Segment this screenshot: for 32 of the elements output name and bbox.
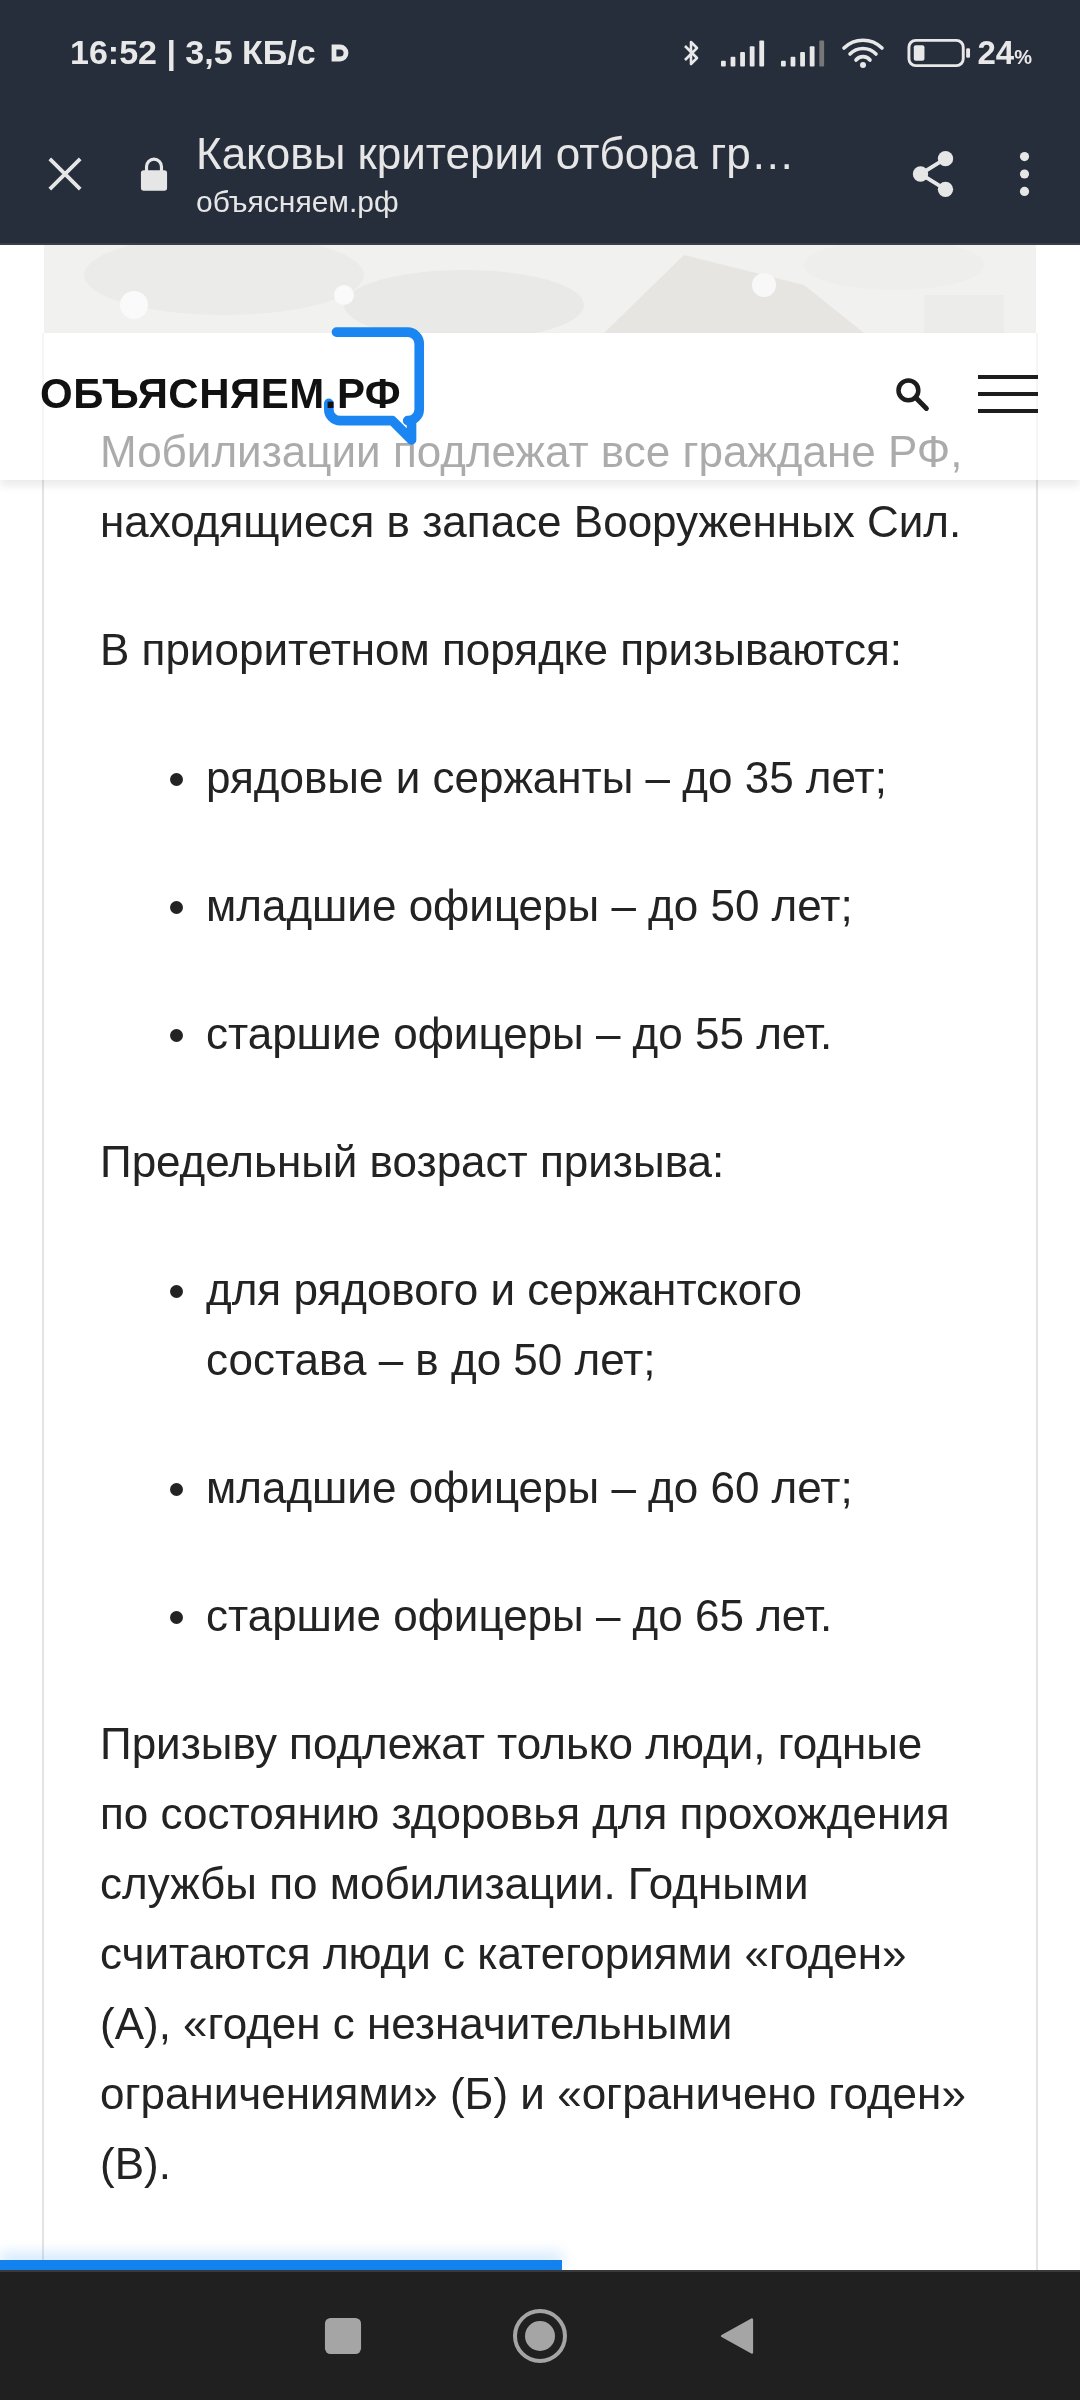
article-paragraph: В приоритетном порядке призываются: [100,624,903,676]
article-paragraph: Призыву подлежат только люди, годные по состоянию здоровья для прохождения службы по мобилизации. Годными считаются люди с категориями «годен» (А), «годен с незначительными ограничениями» (Б) и «ограничено годен» (В). [100,1718,967,2190]
article-paragraph: Мобилизации подлежат все граждане РФ, находящиеся в запасе Вооруженных Сил. [100,426,964,548]
home-icon[interactable] [512,2308,568,2364]
list-item: рядовые и сержанты – до 35 лет; [206,752,887,804]
list-item: старшие офицеры – до 65 лет. [206,1590,833,1642]
lock-icon [140,156,168,192]
list-item: младшие офицеры – до 60 лет; [206,1462,853,1514]
article-paragraph: Предельный возраст призыва: [100,1136,726,1188]
bullet-icon [170,1029,183,1042]
site-logo[interactable]: ОБЪЯСНЯЕМ.РФ [40,369,402,418]
status-time: 16:52 | 3,5 КБ/с [70,33,316,72]
percent-sign: % [1014,46,1032,69]
list-item: младшие офицеры – до 50 лет; [206,880,853,932]
page-url: объясняем.рф [196,185,400,219]
close-icon[interactable] [46,155,84,193]
back-icon[interactable] [718,2317,756,2355]
bullet-icon [170,773,183,786]
search-icon[interactable] [894,375,930,412]
recents-icon[interactable] [324,2317,362,2355]
bullet-icon [170,1483,183,1496]
bullet-icon [170,901,183,914]
page-title: Каковы критерии отбора гр… [196,129,796,179]
battery-icon [907,36,972,69]
bullet-icon [170,1285,183,1298]
wifi-icon [841,36,886,69]
battery-percent: 24 [977,33,1015,72]
list-item: для рядового и сержантского состава – в до 50 лет; [206,1264,803,1386]
list-item: старшие офицеры – до 55 лет. [206,1008,833,1060]
bullet-icon [170,1611,183,1624]
more-icon[interactable] [1019,151,1030,197]
menu-icon[interactable] [978,373,1038,414]
